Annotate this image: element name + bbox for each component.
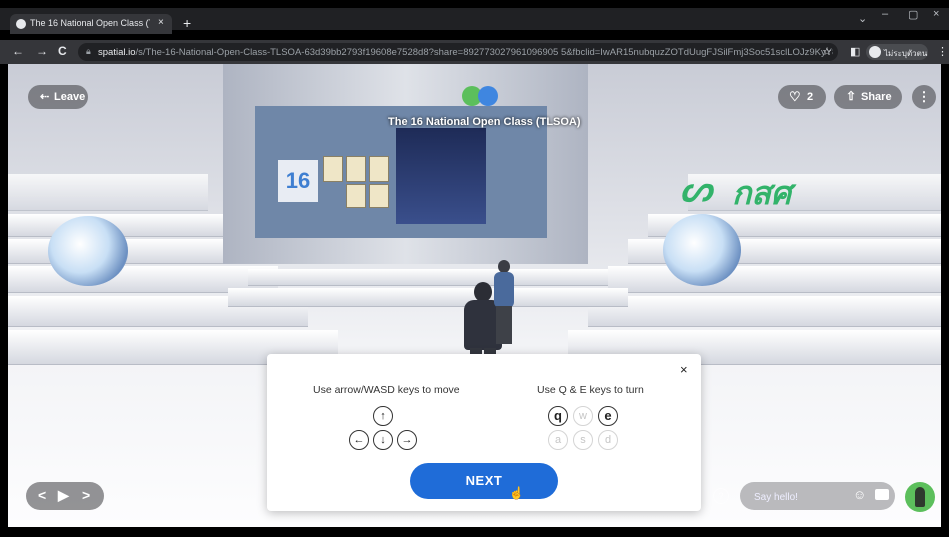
logo-mark-icon: ᔕ (680, 168, 713, 209)
avatar-other[interactable] (492, 260, 516, 344)
minimize-button[interactable]: – (882, 8, 888, 20)
stair-step (608, 266, 941, 293)
like-button[interactable]: ♡ 2 (778, 85, 826, 109)
bookmark-star-icon[interactable]: ☆ (822, 45, 832, 58)
tab-search-icon[interactable]: ⌄ (858, 12, 867, 25)
new-tab-button[interactable]: + (183, 14, 191, 32)
chat-bubble-icon[interactable] (875, 489, 889, 500)
prev-button[interactable]: < (38, 487, 46, 503)
poster[interactable] (369, 156, 389, 182)
url-text: spatial.io/s/The-16-National-Open-Class-… (98, 47, 833, 58)
poster[interactable] (346, 184, 366, 208)
q-key: q (548, 406, 568, 426)
next-button[interactable]: NEXT ☝ (410, 463, 558, 500)
more-options-button[interactable]: ⋮ (912, 85, 936, 109)
side-panel-icon[interactable]: ◧ (850, 45, 860, 58)
browser-tab[interactable]: The 16 National Open Class (TLS × (10, 14, 172, 34)
back-button[interactable]: ← (12, 44, 24, 58)
like-count: 2 (807, 91, 814, 103)
tab-close-button[interactable]: × (158, 17, 164, 28)
tutorial-dialog: × Use arrow/WASD keys to move Use Q & E … (267, 354, 701, 511)
user-avatar-thumb[interactable] (478, 86, 498, 106)
sign-16: 16 (278, 160, 318, 202)
chat-input[interactable] (752, 488, 846, 506)
incognito-avatar-icon (869, 46, 881, 58)
play-button[interactable]: ▶ (58, 487, 69, 504)
url-host: spatial.io (98, 47, 136, 58)
emoji-icon[interactable]: ☺ (853, 487, 866, 502)
stair-step (228, 288, 628, 307)
window-close-button[interactable]: × (933, 8, 939, 20)
lock-icon: 🔒︎ (86, 46, 91, 56)
chat-box[interactable]: ☺ (740, 482, 895, 510)
next-media-button[interactable]: > (82, 487, 90, 503)
stair-step (8, 239, 258, 264)
forward-button[interactable]: → (36, 44, 48, 58)
globe-right[interactable] (663, 214, 741, 286)
s-key: s (573, 430, 593, 450)
next-label: NEXT (465, 473, 503, 488)
hall-back-wall (396, 128, 486, 224)
stair-step (688, 174, 941, 211)
space-title: The 16 National Open Class (TLSOA) (388, 116, 581, 128)
menu-icon[interactable]: ⋮ (937, 45, 948, 58)
move-instruction: Use arrow/WASD keys to move (313, 384, 460, 396)
poster[interactable] (323, 156, 343, 182)
e-key: e (598, 406, 618, 426)
stair-step (588, 296, 941, 327)
heart-icon: ♡ (789, 89, 801, 104)
stair-step (248, 269, 608, 286)
w-key: w (573, 406, 593, 426)
tab-title: The 16 National Open Class (TLS (30, 18, 150, 28)
profile-name: ไม่ระบุตัวตน (884, 49, 928, 58)
poster[interactable] (346, 156, 366, 182)
arrow-down-key: ↓ (373, 430, 393, 450)
address-bar[interactable]: 🔒︎ spatial.io/s/The-16-National-Open-Cla… (78, 43, 838, 61)
exit-icon: ⇠ (40, 91, 50, 103)
help-icon[interactable]: ? (713, 488, 729, 504)
turn-instruction: Use Q & E keys to turn (537, 384, 644, 396)
globe-left[interactable] (48, 216, 128, 286)
share-icon: ⇧ (846, 89, 857, 103)
reload-button[interactable]: C (58, 44, 67, 58)
avatar-figure-icon (915, 487, 925, 507)
a-key: a (548, 430, 568, 450)
media-controls: < ▶ > (26, 482, 104, 510)
url-path: /s/The-16-National-Open-Class-TLSOA-63d3… (135, 47, 834, 58)
browser-toolbar: ← → C 🔒︎ spatial.io/s/The-16-National-Op… (0, 40, 949, 64)
arrow-up-key: ↑ (373, 406, 393, 426)
self-avatar[interactable] (905, 482, 935, 512)
share-button[interactable]: ⇧ Share (834, 85, 902, 109)
favicon-icon (16, 19, 26, 29)
3d-scene[interactable]: 16 ᔕ กสศ ⇠ Leave The 16 National Open Cl… (8, 64, 941, 527)
arrow-right-key: → (397, 430, 417, 450)
poster[interactable] (369, 184, 389, 208)
browser-window: The 16 National Open Class (TLS × + ⌄ – … (0, 0, 949, 537)
arrow-left-key: ← (349, 430, 369, 450)
leave-button[interactable]: ⇠ Leave (28, 85, 88, 109)
leave-label: Leave (54, 91, 86, 103)
logo-text: กสศ (732, 175, 792, 211)
d-key: d (598, 430, 618, 450)
stair-step (8, 174, 208, 211)
bottom-edge (0, 527, 949, 537)
share-label: Share (861, 91, 892, 103)
dialog-close-button[interactable]: × (680, 362, 688, 377)
hand-cursor-icon: ☝ (509, 486, 525, 500)
profile-button[interactable]: ไม่ระบุตัวตน (866, 44, 928, 60)
maximize-button[interactable]: ▢ (908, 8, 918, 21)
